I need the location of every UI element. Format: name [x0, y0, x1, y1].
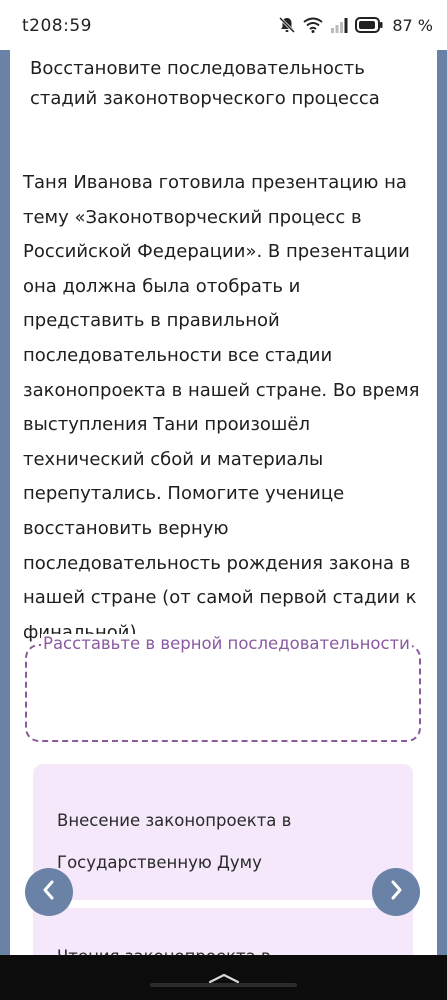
chevron-right-icon — [386, 879, 406, 905]
system-navigation-bar — [0, 955, 447, 1000]
mute-bell-icon — [278, 16, 296, 34]
answer-drop-zone[interactable]: Расставьте в верной последовательности — [25, 634, 421, 742]
option-card[interactable]: Чтения законопроекта в — [57, 936, 387, 955]
task-description: Таня Иванова готовила презентацию на тем… — [23, 172, 420, 643]
signal-icon — [330, 17, 348, 33]
left-side-bar — [0, 50, 10, 955]
status-bar: t208:59 87 % — [0, 0, 447, 50]
task-content: Восстановите последовательность стадий з… — [10, 50, 437, 955]
chevron-left-icon — [39, 879, 59, 905]
battery-percent: 87 % — [392, 15, 433, 35]
right-side-bar — [437, 50, 447, 955]
previous-button[interactable] — [25, 868, 73, 916]
option-divider — [69, 900, 389, 908]
status-icons: 87 % — [278, 14, 433, 36]
options-carousel: Внесение законопроекта в Государственную… — [33, 764, 413, 955]
next-button[interactable] — [372, 868, 420, 916]
drop-zone-label: Расставьте в верной последовательности — [41, 634, 412, 653]
task-title: Восстановите последовательность стадий з… — [30, 58, 380, 109]
gesture-handle[interactable] — [150, 983, 297, 987]
battery-icon — [355, 17, 383, 33]
wifi-icon — [303, 17, 323, 33]
option-card[interactable]: Внесение законопроекта в Государственную… — [57, 800, 387, 884]
status-time: t208:59 — [22, 16, 92, 36]
